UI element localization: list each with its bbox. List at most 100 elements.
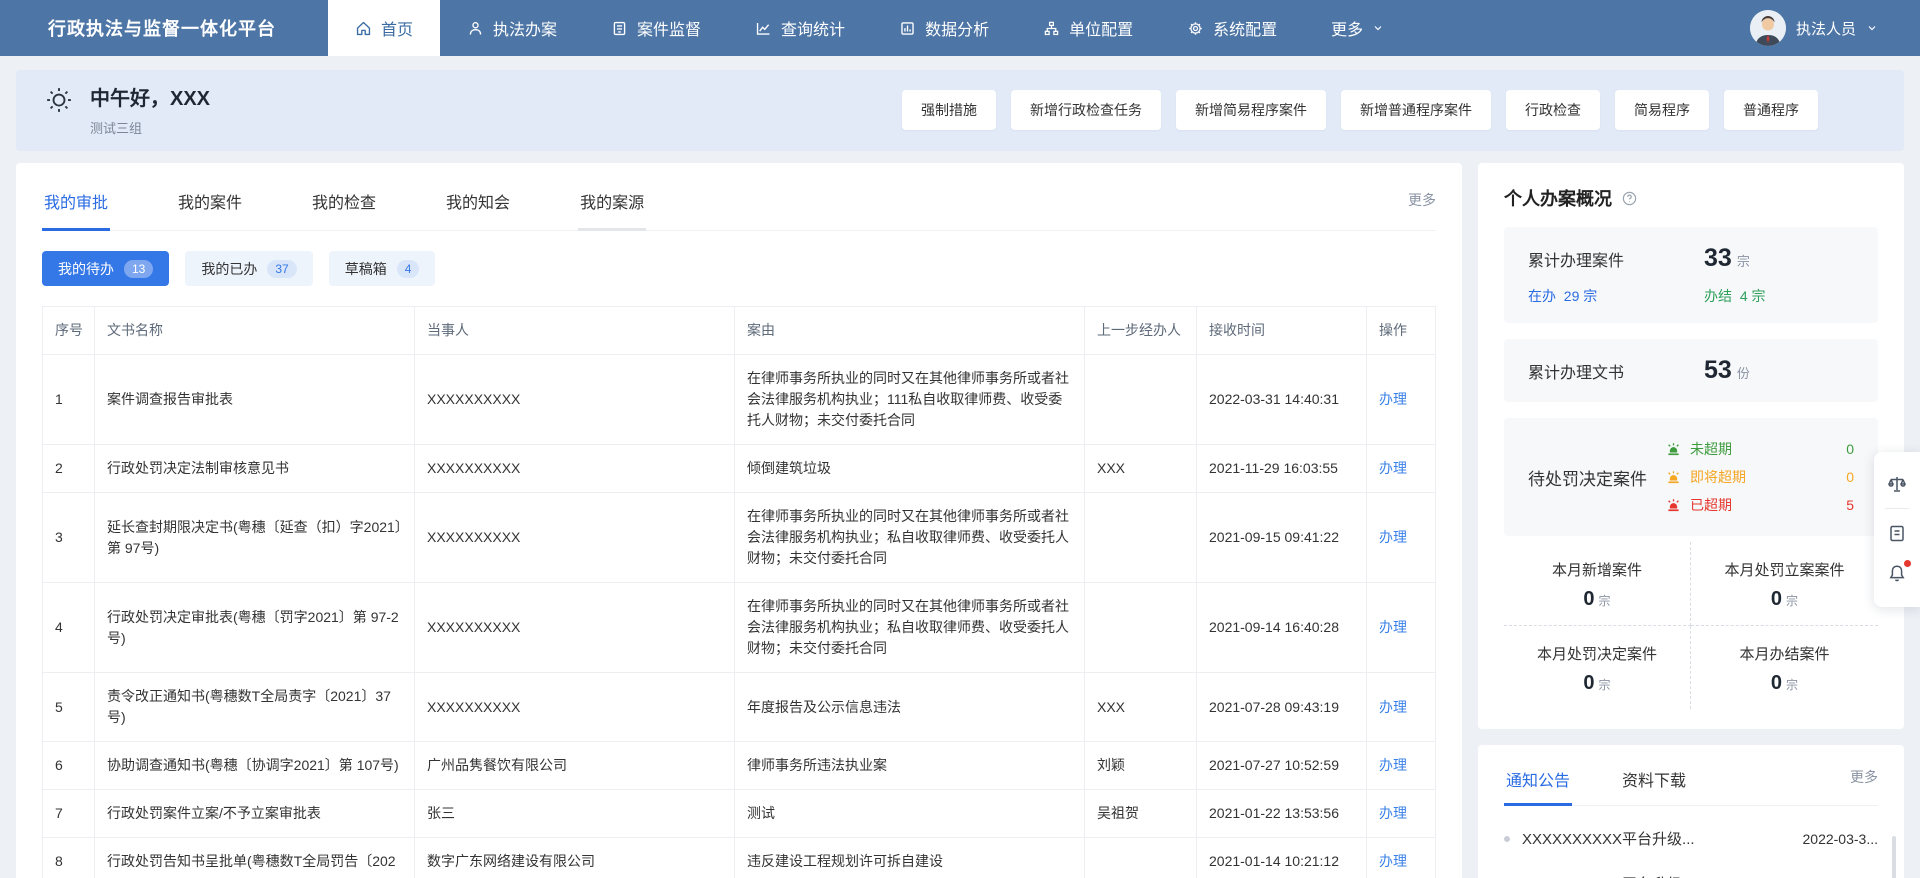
question-icon[interactable] [1621,190,1638,207]
siren-icon [1665,469,1682,486]
handle-link[interactable]: 办理 [1379,853,1407,869]
tab-my-case-sources[interactable]: 我的案源 [578,169,646,231]
total-cases-value: 33 [1704,244,1732,273]
table-row: 4 行政处罚决定审批表(粤穗〔罚字2021〕第 97-2号) XXXXXXXXX… [43,583,1436,673]
nav-item-case-supervision[interactable]: 案件监督 [584,0,728,56]
tab-my-notifications[interactable]: 我的知会 [444,169,512,231]
chevron-down-icon [1372,22,1384,34]
nav-item-label: 案件监督 [637,16,701,40]
filter-my-done[interactable]: 我的已办 37 [185,251,312,286]
scale-quick-button[interactable] [1887,464,1907,504]
handle-link[interactable]: 办理 [1379,699,1407,715]
notification-quick-button[interactable] [1887,553,1907,593]
drafts-count-badge: 4 [397,260,420,278]
filter-drafts[interactable]: 草稿箱 4 [329,251,436,286]
new-general-procedure-case-button[interactable]: 新增普通程序案件 [1341,90,1491,130]
table-row: 2 行政处罚决定法制审核意见书 XXXXXXXXXX 倾倒建筑垃圾 XXX 20… [43,445,1436,493]
cell-received-time: 2021-01-14 10:21:12 [1197,838,1367,878]
handle-link[interactable]: 办理 [1379,805,1407,821]
work-tabs-more-link[interactable]: 更多 [1408,190,1436,210]
notice-more-link[interactable]: 更多 [1850,767,1878,787]
administrative-inspection-button[interactable]: 行政检查 [1506,90,1600,130]
cell-party: XXXXXXXXXX [415,445,735,493]
nav-item-label: 系统配置 [1213,16,1277,40]
greeting-bar: 中午好，XXX 测试三组 强制措施 新增行政检查任务 新增简易程序案件 新增普通… [16,70,1904,151]
greeting-texts: 中午好，XXX 测试三组 [90,82,210,137]
cell-cause: 在律师事务所执业的同时又在其他律师事务所或者社会法律服务机构执业；私自收取律师费… [735,493,1085,583]
tab-my-inspections[interactable]: 我的检查 [310,169,378,231]
total-cases-box: 累计办理案件 33 宗 在办 29 宗 办结 4 宗 [1504,227,1878,323]
nav-item-label: 数据分析 [925,16,989,40]
notice-item[interactable]: XXXXXXXXXX平台升级... 2022-03-0... [1504,861,1878,878]
filter-buttons: 我的待办 13 我的已办 37 草稿箱 4 [42,251,1436,286]
stats-icon [755,20,772,37]
table-row: 1 案件调查报告审批表 XXXXXXXXXX 在律师事务所执业的同时又在其他律师… [43,355,1436,445]
month-new-cases: 本月新增案件 0宗 [1504,542,1691,626]
handle-link[interactable]: 办理 [1379,619,1407,635]
tab-my-cases[interactable]: 我的案件 [176,169,244,231]
cell-cause: 在律师事务所执业的同时又在其他律师事务所或者社会法律服务机构执业；私自收取律师费… [735,583,1085,673]
table-row: 7 行政处罚案件立案/不予立案审批表 张三 测试 吴祖贺 2021-01-22 … [43,790,1436,838]
filter-label: 我的已办 [201,259,257,279]
nav-item-unit-config[interactable]: 单位配置 [1016,0,1160,56]
cell-cause: 在律师事务所执业的同时又在其他律师事务所或者社会法律服务机构执业；111私自收取… [735,355,1085,445]
monitor-icon [611,20,628,37]
nav-item-query-statistics[interactable]: 查询统计 [728,0,872,56]
nav-item-home[interactable]: 首页 [328,0,440,56]
notice-list: XXXXXXXXXX平台升级... 2022-03-3... XXXXXXXXX… [1504,816,1878,878]
nav-item-label: 查询统计 [781,16,845,40]
cell-document-name: 行政处罚案件立案/不予立案审批表 [95,790,415,838]
nav-item-more[interactable]: 更多 [1304,0,1411,56]
overview-title: 个人办案概况 [1504,185,1612,211]
nav-item-data-analysis[interactable]: 数据分析 [872,0,1016,56]
total-docs-label: 累计办理文书 [1528,359,1704,383]
cell-index: 8 [43,838,95,878]
col-actions: 操作 [1367,307,1436,355]
closed-link[interactable]: 办结 4 宗 [1704,286,1765,306]
col-received-time: 接收时间 [1197,307,1367,355]
floating-quickbar [1874,452,1920,607]
monthly-stats-grid: 本月新增案件 0宗 本月处罚立案案件 0宗 本月处罚决定案件 0宗 本月办结案件… [1504,542,1878,709]
bell-icon [1887,563,1907,583]
pending-decision-label: 待处罚决定案件 [1528,465,1647,490]
filter-my-todo[interactable]: 我的待办 13 [42,251,169,286]
cell-index: 3 [43,493,95,583]
col-document-name: 文书名称 [95,307,415,355]
cell-previous-handler: XXX [1085,673,1197,742]
nav-item-case-handling[interactable]: 执法办案 [440,0,584,56]
cell-previous-handler: 吴祖贺 [1085,790,1197,838]
scrollbar[interactable] [1892,836,1896,878]
handle-link[interactable]: 办理 [1379,757,1407,773]
nav-item-system-config[interactable]: 系统配置 [1160,0,1304,56]
tab-my-approvals[interactable]: 我的审批 [42,169,110,231]
new-inspection-task-button[interactable]: 新增行政检查任务 [1011,90,1161,130]
cell-index: 2 [43,445,95,493]
tab-notices[interactable]: 通知公告 [1504,749,1572,806]
cell-previous-handler: 刘颖 [1085,742,1197,790]
cell-index: 1 [43,355,95,445]
cell-cause: 违反建设工程规划许可拆自建设 [735,838,1085,878]
handle-link[interactable]: 办理 [1379,460,1407,476]
almost-overdue-row: 即将超期 0 [1665,463,1854,491]
greeting-subtitle: 测试三组 [90,118,210,137]
tab-downloads[interactable]: 资料下载 [1620,749,1688,806]
total-docs-unit: 份 [1737,363,1750,382]
cell-document-name: 行政处罚决定审批表(粤穗〔罚字2021〕第 97-2号) [95,583,415,673]
cell-index: 6 [43,742,95,790]
compulsory-measures-button[interactable]: 强制措施 [902,90,996,130]
document-quick-button[interactable] [1887,513,1907,553]
new-simple-procedure-case-button[interactable]: 新增简易程序案件 [1176,90,1326,130]
nav-item-label: 单位配置 [1069,16,1133,40]
simple-procedure-button[interactable]: 简易程序 [1615,90,1709,130]
cell-previous-handler [1085,583,1197,673]
handle-link[interactable]: 办理 [1379,529,1407,545]
general-procedure-button[interactable]: 普通程序 [1724,90,1818,130]
table-row: 8 行政处罚告知书呈批单(粤穗数T全局罚告〔202 数字广东网络建设有限公司 违… [43,838,1436,878]
user-menu[interactable]: 执法人员 [1750,0,1920,56]
cell-document-name: 延长查封期限决定书(粤穗〔延查（扣）字2021〕第 97号) [95,493,415,583]
greeting-left: 中午好，XXX 测试三组 [44,82,210,137]
handle-link[interactable]: 办理 [1379,391,1407,407]
personal-overview-panel: 个人办案概况 累计办理案件 33 宗 在办 29 宗 办结 4 宗 [1478,163,1904,729]
in-progress-link[interactable]: 在办 29 宗 [1528,286,1704,306]
notice-item[interactable]: XXXXXXXXXX平台升级... 2022-03-3... [1504,816,1878,861]
